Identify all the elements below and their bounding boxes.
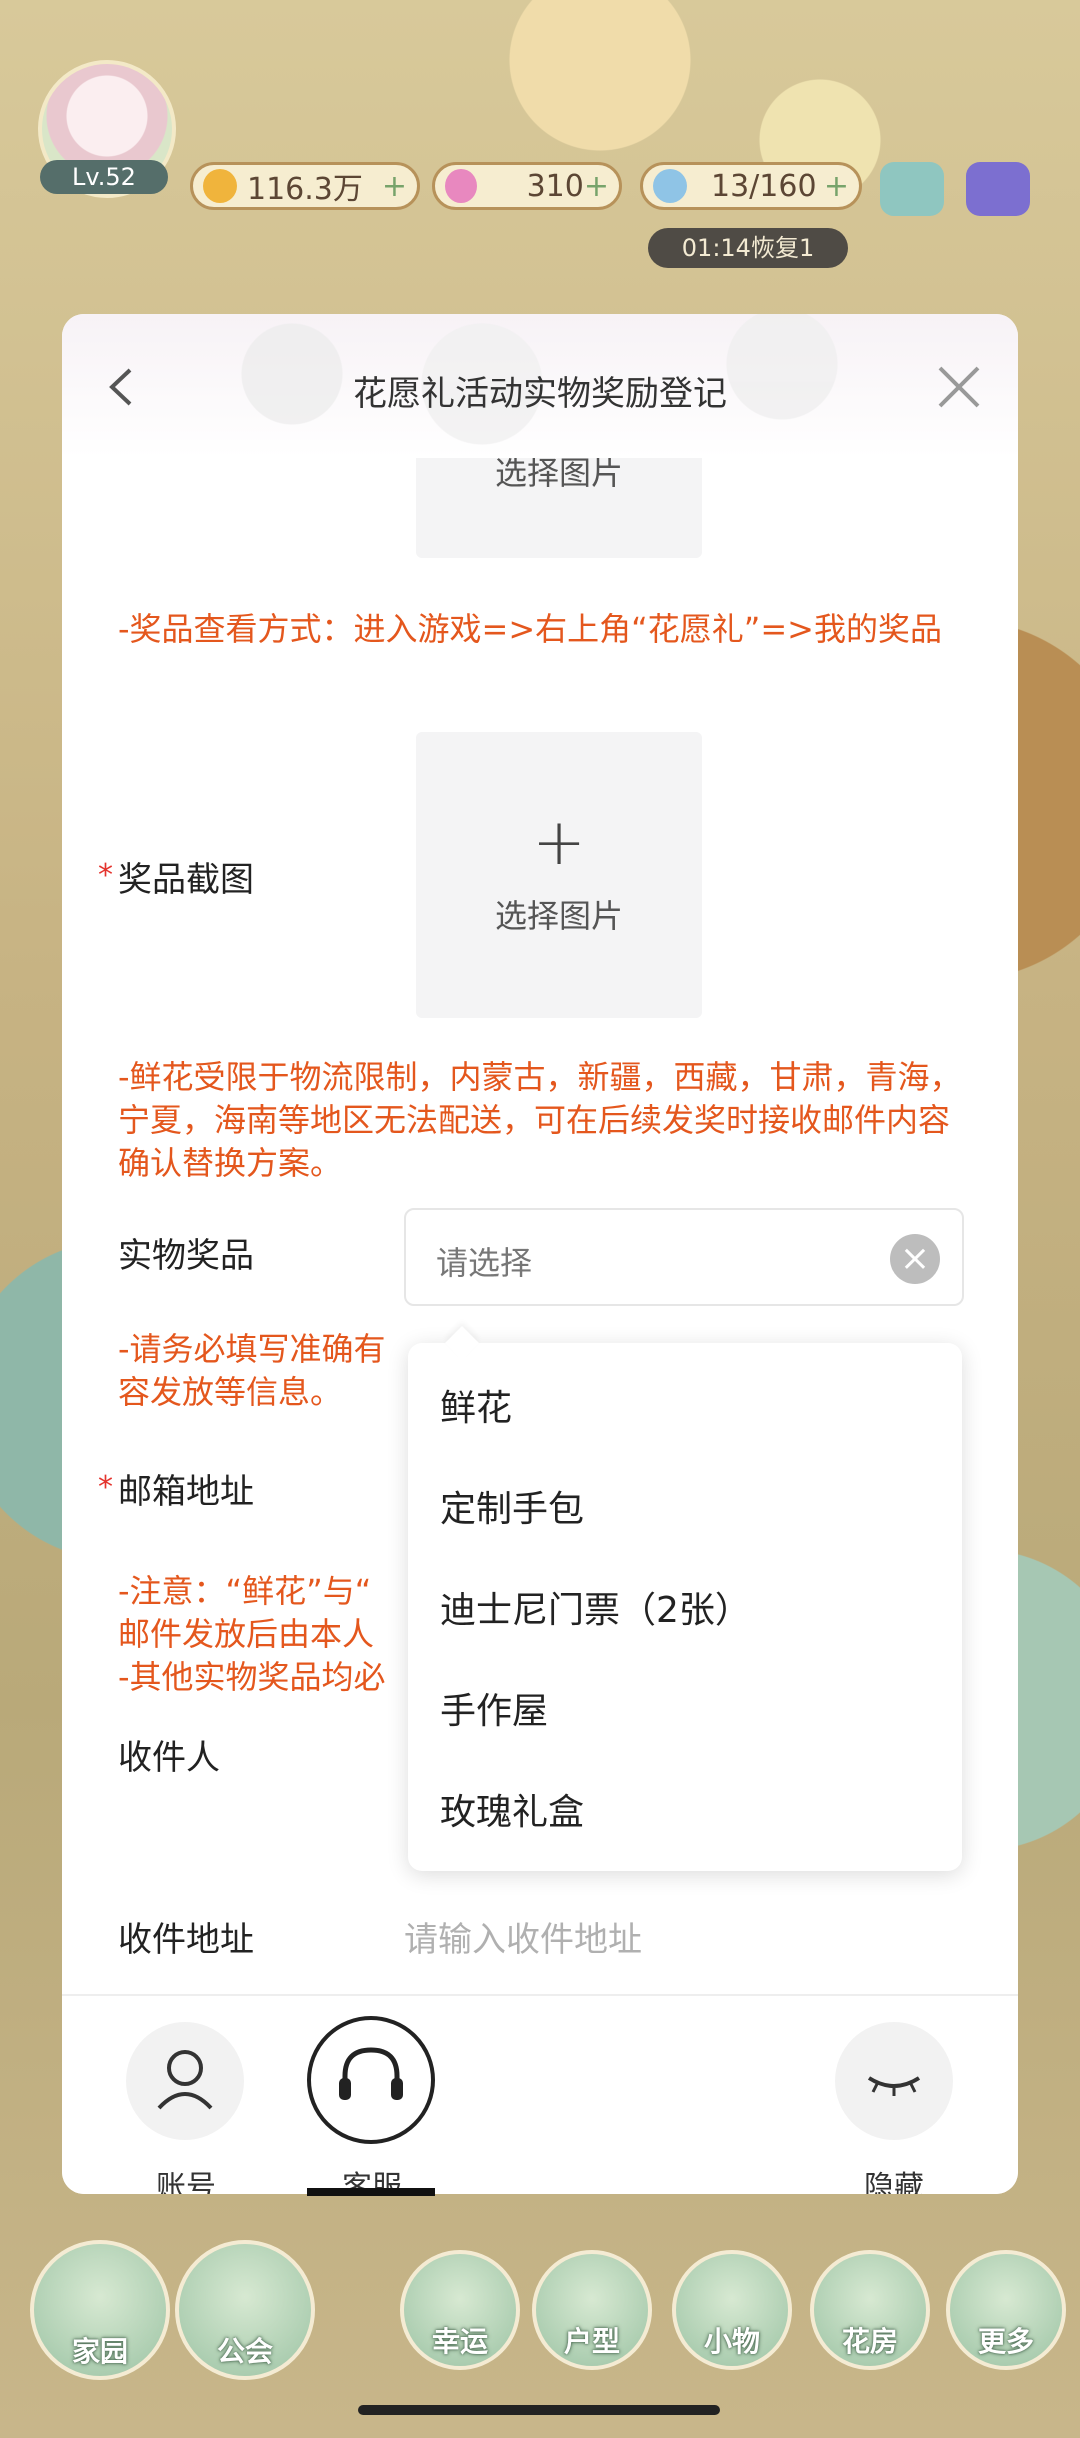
customer-service-button[interactable] — [307, 2016, 435, 2144]
attention-note-1: -注意：“鲜花”与“ — [118, 1572, 372, 1610]
add-stars-icon[interactable]: + — [584, 169, 609, 204]
plus-icon: + — [532, 806, 586, 880]
user-icon — [157, 2050, 213, 2110]
prize-view-note: -奖品查看方式：进入游戏=>右上角“花愿礼”=>我的奖品 — [118, 610, 942, 648]
required-mark: * — [98, 1470, 113, 1505]
player-level: Lv.52 — [40, 160, 168, 194]
nav-items[interactable]: 小物 — [672, 2250, 792, 2370]
star-value: 310 — [526, 168, 584, 204]
attention-note-3: -其他实物奖品均必 — [118, 1658, 386, 1696]
home-indicator[interactable] — [358, 2405, 720, 2415]
address-input[interactable]: 请输入收件地址 — [404, 1912, 642, 1961]
reward-registration-dialog: 花愿礼活动实物奖励登记 选择图片 -奖品查看方式：进入游戏=>右上角“花愿礼”=… — [62, 314, 1018, 2194]
nav-label: 家园 — [71, 2335, 128, 2368]
select-placeholder: 请选择 — [436, 1244, 533, 1282]
game-bottom-nav: 家园 公会 幸运 户型 小物 花房 更多 — [0, 2240, 1080, 2390]
nav-label: 公会 — [216, 2335, 273, 2368]
upload-label: 选择图片 — [494, 458, 623, 492]
email-note-line1: -请务必填写准确有 — [118, 1330, 386, 1368]
add-coins-icon[interactable]: + — [382, 169, 407, 204]
closed-eye-icon — [867, 2076, 921, 2096]
email-label: 邮箱地址 — [118, 1472, 254, 1512]
nav-luck[interactable]: 幸运 — [400, 2250, 520, 2370]
nav-label: 花房 — [841, 2325, 898, 2358]
nav-label: 幸运 — [431, 2325, 488, 2358]
add-water-icon[interactable]: + — [824, 169, 849, 204]
dropdown-option[interactable]: 迪士尼门票（2张） — [440, 1581, 751, 1633]
close-icon[interactable] — [936, 364, 982, 410]
water-drop-icon — [653, 169, 687, 203]
nav-label: 更多 — [977, 2325, 1034, 2358]
nav-label: 小物 — [703, 2325, 760, 2358]
prize-screenshot-label: 奖品截图 — [118, 860, 254, 900]
nav-home[interactable]: 家园 — [30, 2240, 170, 2380]
dropdown-option[interactable]: 玫瑰礼盒 — [440, 1783, 584, 1835]
account-button[interactable] — [126, 2022, 244, 2140]
clear-icon[interactable]: × — [890, 1234, 940, 1284]
coin-counter[interactable]: 116.3万 + — [190, 162, 420, 210]
water-counter[interactable]: 13/160 + — [640, 162, 862, 210]
recovery-timer: 01:14恢复1 — [648, 228, 848, 268]
camera-icon[interactable] — [880, 162, 944, 216]
email-note-line2: 容发放等信息。 — [118, 1373, 343, 1411]
prize-options-dropdown: 鲜花 定制手包 迪士尼门票（2张） 手作屋 玫瑰礼盒 — [408, 1326, 962, 1871]
dropdown-option[interactable]: 鲜花 — [440, 1379, 512, 1431]
star-counter[interactable]: 310 + — [432, 162, 622, 210]
headset-icon — [339, 2047, 403, 2100]
nav-greenhouse[interactable]: 花房 — [810, 2250, 930, 2370]
coin-icon — [203, 169, 237, 203]
nav-more[interactable]: 更多 — [946, 2250, 1066, 2370]
attention-note-2: 邮件发放后由本人 — [118, 1615, 375, 1653]
nav-guild[interactable]: 公会 — [175, 2240, 315, 2380]
physical-prize-select[interactable]: 请选择 × — [404, 1208, 964, 1306]
flower-restriction-note: -鲜花受限于物流限制，内蒙古，新疆，西藏，甘肃，青海，宁夏，海南等地区无法配送，… — [118, 1058, 962, 1182]
upload-label: 选择图片 — [494, 897, 623, 935]
dropdown-option[interactable]: 手作屋 — [440, 1682, 548, 1734]
address-label: 收件地址 — [118, 1920, 254, 1960]
dropdown-option[interactable]: 定制手包 — [440, 1480, 584, 1532]
hide-button[interactable] — [835, 2022, 953, 2140]
dialog-title: 花愿礼活动实物奖励登记 — [353, 374, 727, 414]
active-tab-indicator — [307, 2188, 435, 2196]
upload-prize-screenshot-button[interactable]: + 选择图片 — [416, 732, 702, 1018]
recipient-label: 收件人 — [118, 1738, 220, 1778]
physical-prize-label: 实物奖品 — [118, 1236, 254, 1276]
hide-label: 隐藏 — [864, 2170, 924, 2194]
coin-value: 116.3万 — [247, 172, 363, 207]
account-label: 账号 — [156, 2170, 216, 2194]
upload-image-button-top[interactable]: 选择图片 — [416, 458, 702, 558]
nav-house-type[interactable]: 户型 — [532, 2250, 652, 2370]
star-icon — [445, 169, 477, 203]
assistant-toolbar: 账号 客服 隐藏 — [62, 1994, 1018, 2194]
dialog-header: 花愿礼活动实物奖励登记 — [62, 314, 1018, 458]
required-mark: * — [98, 858, 113, 893]
nav-label: 户型 — [563, 2325, 620, 2358]
water-value: 13/160 — [711, 168, 817, 204]
game-console-icon[interactable] — [966, 162, 1030, 216]
